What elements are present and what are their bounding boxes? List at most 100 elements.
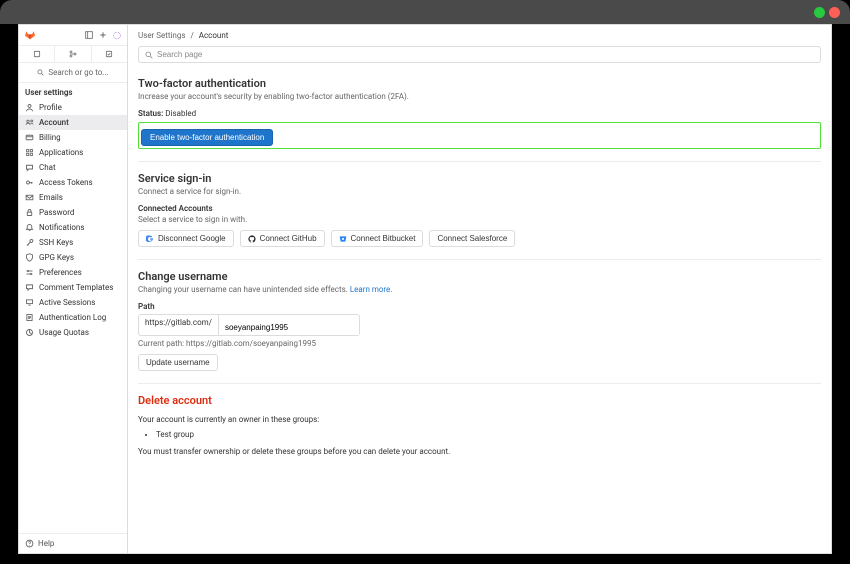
sidebar-item-profile[interactable]: Profile — [19, 100, 127, 115]
sidebar-item-label: Billing — [39, 133, 61, 142]
sidebar-item-preferences[interactable]: Preferences — [19, 265, 127, 280]
disconnect-google-button[interactable]: Disconnect Google — [138, 230, 234, 247]
sidebar-item-chat[interactable]: Chat — [19, 160, 127, 175]
connect-github-button[interactable]: Connect GitHub — [240, 230, 325, 247]
search-icon — [145, 51, 153, 59]
account-icon — [25, 118, 34, 127]
highlight-box: Enable two-factor authentication — [138, 122, 821, 149]
sidebar-item-access-tokens[interactable]: Access Tokens — [19, 175, 127, 190]
username-input[interactable] — [219, 320, 359, 335]
sidebar-item-label: Preferences — [39, 268, 82, 277]
twofa-title: Two-factor authentication — [138, 77, 821, 90]
delete-groups-list: Test group — [138, 430, 821, 439]
sidebar-search-label: Search or go to... — [48, 68, 108, 77]
gpg-icon — [25, 253, 34, 262]
bell-icon — [25, 223, 34, 232]
help-icon — [25, 539, 34, 548]
search-input[interactable] — [157, 50, 814, 59]
sidebar-tab-merge[interactable] — [55, 46, 91, 62]
sidebar-tab-todo[interactable] — [92, 46, 127, 62]
sidebar-item-gpg-keys[interactable]: GPG Keys — [19, 250, 127, 265]
github-icon — [248, 235, 256, 243]
help-label: Help — [38, 539, 54, 548]
sidebar-item-usage-quotas[interactable]: Usage Quotas — [19, 325, 127, 340]
connected-title: Connected Accounts — [138, 204, 821, 213]
sidebar-item-label: Chat — [39, 163, 56, 172]
applications-icon — [25, 148, 34, 157]
connect-salesforce-button[interactable]: Connect Salesforce — [429, 230, 515, 247]
sidebar-search-button[interactable]: Search or go to... — [19, 63, 127, 83]
username-title: Change username — [138, 270, 821, 283]
sidebar-item-label: Password — [39, 208, 74, 217]
enable-2fa-button[interactable]: Enable two-factor authentication — [141, 129, 273, 146]
delete-transfer-line: You must transfer ownership or delete th… — [138, 447, 821, 456]
key-icon — [25, 178, 34, 187]
sidebar-item-notifications[interactable]: Notifications — [19, 220, 127, 235]
sidebar-section-label: User settings — [19, 83, 127, 100]
sidebar-item-account[interactable]: Account — [19, 115, 127, 130]
sidebar-item-label: Comment Templates — [39, 283, 113, 292]
delete-account-title: Delete account — [138, 394, 821, 407]
connected-desc: Select a service to sign in with. — [138, 215, 821, 224]
connect-bitbucket-button[interactable]: Connect Bitbucket — [331, 230, 424, 247]
sidebar-item-label: Authentication Log — [39, 313, 106, 322]
sidebar-item-authentication-log[interactable]: Authentication Log — [19, 310, 127, 325]
sidebar-item-label: Account — [39, 118, 69, 127]
quota-icon — [25, 328, 34, 337]
learn-more-link[interactable]: Learn more — [350, 285, 390, 294]
sidebar-item-label: Profile — [39, 103, 62, 112]
twofa-status-label: Status: — [138, 109, 163, 118]
lock-icon — [25, 208, 34, 217]
profile-icon — [25, 103, 34, 112]
breadcrumb: User Settings / Account — [138, 31, 821, 46]
path-prefix: https://gitlab.com/ — [138, 314, 218, 336]
list-item: Test group — [156, 430, 821, 439]
sidebar-item-emails[interactable]: Emails — [19, 190, 127, 205]
google-icon — [146, 235, 154, 243]
sidebar-item-label: GPG Keys — [39, 253, 74, 262]
sidebar-help[interactable]: Help — [19, 533, 127, 553]
window-dot-red[interactable] — [829, 7, 840, 18]
sidebar: Search or go to... User settings Profile… — [19, 25, 128, 553]
sidebar-item-label: Usage Quotas — [39, 328, 89, 337]
plus-icon[interactable] — [99, 31, 107, 39]
sidebar-item-label: SSH Keys — [39, 238, 73, 247]
sidebar-item-comment-templates[interactable]: Comment Templates — [19, 280, 127, 295]
chat-icon — [25, 163, 34, 172]
window-dot-green[interactable] — [814, 7, 825, 18]
sidebar-item-label: Notifications — [39, 223, 84, 232]
sidebar-collapse-icon[interactable] — [85, 31, 93, 39]
button-label: Disconnect Google — [158, 234, 226, 243]
avatar-icon[interactable] — [113, 31, 121, 39]
sidebar-item-ssh-keys[interactable]: SSH Keys — [19, 235, 127, 250]
sidebar-item-billing[interactable]: Billing — [19, 130, 127, 145]
breadcrumb-root[interactable]: User Settings — [138, 31, 185, 40]
twofa-status-value: Disabled — [165, 109, 196, 118]
page-search[interactable] — [138, 46, 821, 63]
gitlab-logo-icon[interactable] — [25, 30, 35, 40]
button-label: Connect Salesforce — [437, 234, 507, 243]
sidebar-item-active-sessions[interactable]: Active Sessions — [19, 295, 127, 310]
log-icon — [25, 313, 34, 322]
current-path: Current path: https://gitlab.com/soeyanp… — [138, 339, 821, 348]
sidebar-item-label: Active Sessions — [39, 298, 95, 307]
sliders-icon — [25, 268, 34, 277]
signin-title: Service sign-in — [138, 172, 821, 185]
username-desc: Changing your username can have unintend… — [138, 285, 348, 294]
billing-icon — [25, 133, 34, 142]
sidebar-item-label: Applications — [39, 148, 83, 157]
sidebar-item-applications[interactable]: Applications — [19, 145, 127, 160]
path-field: https://gitlab.com/ — [138, 314, 821, 336]
window-titlebar — [0, 0, 850, 24]
main-content: User Settings / Account Two-factor authe… — [128, 25, 831, 553]
sidebar-tab-issues[interactable] — [19, 46, 55, 62]
twofa-desc: Increase your account's security by enab… — [138, 92, 821, 101]
mail-icon — [25, 193, 34, 202]
comment-icon — [25, 283, 34, 292]
sidebar-item-password[interactable]: Password — [19, 205, 127, 220]
bitbucket-icon — [339, 235, 347, 243]
sidebar-item-label: Emails — [39, 193, 63, 202]
path-label: Path — [138, 302, 821, 311]
delete-owner-line: Your account is currently an owner in th… — [138, 415, 821, 424]
update-username-button[interactable]: Update username — [138, 354, 218, 371]
